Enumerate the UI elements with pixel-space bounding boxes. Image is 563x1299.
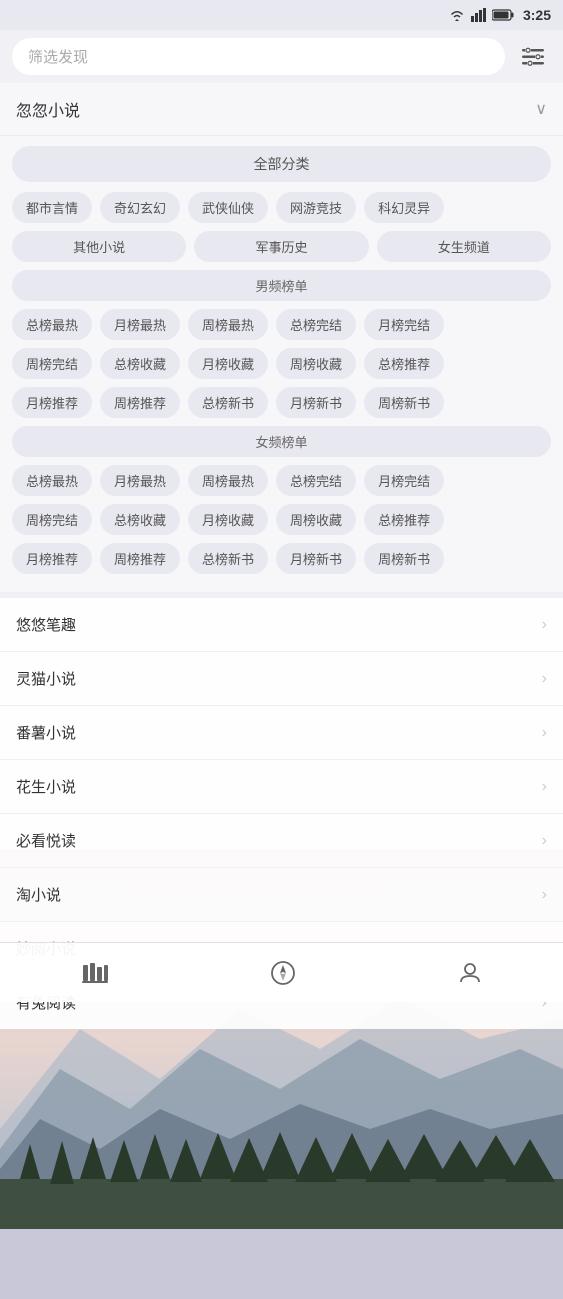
female-tags-row-2: 周榜完结 总榜收藏 月榜收藏 周榜收藏 总榜推荐 (12, 504, 551, 535)
male-tag-月榜收藏-1[interactable]: 月榜收藏 (188, 348, 268, 379)
list-item-悠悠笔趣[interactable]: 悠悠笔趣 › (0, 598, 563, 652)
nav-profile[interactable] (437, 952, 503, 994)
discover-icon (270, 960, 296, 986)
female-tag-周榜推荐[interactable]: 周榜推荐 (100, 543, 180, 574)
list-item-花生小说[interactable]: 花生小说 › (0, 760, 563, 814)
female-tag-月榜收藏[interactable]: 月榜收藏 (188, 504, 268, 535)
female-tag-周榜最热[interactable]: 周榜最热 (188, 465, 268, 496)
female-tag-月榜完结[interactable]: 月榜完结 (364, 465, 444, 496)
male-tag-总榜推荐-1[interactable]: 总榜推荐 (364, 348, 444, 379)
accordion-title: 忽忽小说 (16, 97, 80, 121)
male-tag-周榜推荐-1[interactable]: 周榜推荐 (100, 387, 180, 418)
female-tags-row-3: 月榜推荐 周榜推荐 总榜新书 月榜新书 周榜新书 (12, 543, 551, 574)
list-chevron-icon: › (542, 616, 547, 634)
signal-icon (471, 8, 487, 22)
male-tag-周榜完结-1[interactable]: 周榜完结 (12, 348, 92, 379)
female-tag-总榜新书[interactable]: 总榜新书 (188, 543, 268, 574)
search-input-wrapper[interactable]: 筛选发现 (12, 38, 505, 75)
male-section-label: 男频榜单 (12, 270, 551, 301)
list-section: 悠悠笔趣 › 灵猫小说 › 番薯小说 › 花生小说 › 必看悦读 › (0, 598, 563, 1229)
tags-content: 全部分类 都市言情 奇幻玄幻 武侠仙侠 网游竞技 科幻灵异 其他小说 军事历史 … (0, 136, 563, 592)
main-content: 忽忽小说 ∨ 全部分类 都市言情 奇幻玄幻 武侠仙侠 网游竞技 科幻灵异 其他小… (0, 83, 563, 1229)
list-item-灵猫小说[interactable]: 灵猫小说 › (0, 652, 563, 706)
battery-icon (492, 9, 514, 21)
list-chevron-icon: › (542, 670, 547, 688)
nav-bookshelf[interactable] (61, 953, 129, 993)
female-tag-周榜新书[interactable]: 周榜新书 (364, 543, 444, 574)
status-icons: 3:25 (448, 7, 551, 23)
list-item-title: 番薯小说 (16, 722, 76, 743)
genre-tag-军事历史[interactable]: 军事历史 (194, 231, 368, 262)
female-tag-总榜推荐[interactable]: 总榜推荐 (364, 504, 444, 535)
male-tag-总榜最热-1[interactable]: 总榜最热 (12, 309, 92, 340)
filter-icon-button[interactable] (515, 39, 551, 75)
list-chevron-icon: › (542, 886, 547, 904)
female-tag-月榜最热[interactable]: 月榜最热 (100, 465, 180, 496)
female-tag-月榜推荐[interactable]: 月榜推荐 (12, 543, 92, 574)
list-item-title: 必看悦读 (16, 830, 76, 851)
female-tag-总榜最热[interactable]: 总榜最热 (12, 465, 92, 496)
list-chevron-icon: › (542, 832, 547, 850)
male-tags-row-1: 总榜最热 月榜最热 周榜最热 总榜完结 月榜完结 (12, 309, 551, 340)
full-category-button[interactable]: 全部分类 (12, 146, 551, 182)
male-tags-row-2: 周榜完结 总榜收藏 月榜收藏 周榜收藏 总榜推荐 (12, 348, 551, 379)
genre-tag-都市言情[interactable]: 都市言情 (12, 192, 92, 223)
male-tag-总榜收藏-1[interactable]: 总榜收藏 (100, 348, 180, 379)
list-with-background: 悠悠笔趣 › 灵猫小说 › 番薯小说 › 花生小说 › 必看悦读 › (0, 598, 563, 1229)
list-item-title: 花生小说 (16, 776, 76, 797)
wifi-icon (448, 8, 466, 22)
genre-row-2: 其他小说 军事历史 女生频道 (12, 231, 551, 262)
filter-icon (520, 46, 546, 68)
female-tag-总榜收藏[interactable]: 总榜收藏 (100, 504, 180, 535)
female-tag-月榜新书[interactable]: 月榜新书 (276, 543, 356, 574)
male-tag-总榜新书-1[interactable]: 总榜新书 (188, 387, 268, 418)
genre-tag-女生频道[interactable]: 女生频道 (377, 231, 551, 262)
list-item-title: 淘小说 (16, 884, 61, 905)
time-display: 3:25 (523, 7, 551, 23)
male-tag-总榜完结-1[interactable]: 总榜完结 (276, 309, 356, 340)
list-item-番薯小说[interactable]: 番薯小说 › (0, 706, 563, 760)
accordion-section: 忽忽小说 ∨ 全部分类 都市言情 奇幻玄幻 武侠仙侠 网游竞技 科幻灵异 其他小… (0, 83, 563, 592)
male-tag-周榜收藏-1[interactable]: 周榜收藏 (276, 348, 356, 379)
genre-tag-其他小说[interactable]: 其他小说 (12, 231, 186, 262)
list-item-淘小说[interactable]: 淘小说 › (0, 868, 563, 922)
male-tag-月榜最热-1[interactable]: 月榜最热 (100, 309, 180, 340)
search-bar: 筛选发现 (0, 30, 563, 83)
bookshelf-icon (81, 961, 109, 985)
search-placeholder: 筛选发现 (28, 46, 88, 67)
list-item-必看悦读[interactable]: 必看悦读 › (0, 814, 563, 868)
male-tags-row-3: 月榜推荐 周榜推荐 总榜新书 月榜新书 周榜新书 (12, 387, 551, 418)
genre-tag-网游竞技[interactable]: 网游竞技 (276, 192, 356, 223)
female-tag-总榜完结[interactable]: 总榜完结 (276, 465, 356, 496)
male-tag-周榜最热-1[interactable]: 周榜最热 (188, 309, 268, 340)
male-tag-周榜新书-1[interactable]: 周榜新书 (364, 387, 444, 418)
female-tags-row-1: 总榜最热 月榜最热 周榜最热 总榜完结 月榜完结 (12, 465, 551, 496)
female-tag-周榜完结[interactable]: 周榜完结 (12, 504, 92, 535)
list-item-title: 灵猫小说 (16, 668, 76, 689)
male-tag-月榜新书-1[interactable]: 月榜新书 (276, 387, 356, 418)
bottom-nav (0, 942, 563, 1002)
genre-tag-科幻灵异[interactable]: 科幻灵异 (364, 192, 444, 223)
list-item-title: 悠悠笔趣 (16, 614, 76, 635)
female-tag-周榜收藏[interactable]: 周榜收藏 (276, 504, 356, 535)
male-tag-月榜完结-1[interactable]: 月榜完结 (364, 309, 444, 340)
chevron-down-icon: ∨ (535, 99, 547, 119)
female-section-label: 女频榜单 (12, 426, 551, 457)
list-chevron-icon: › (542, 778, 547, 796)
profile-icon (457, 960, 483, 986)
status-bar: 3:25 (0, 0, 563, 30)
nav-discover[interactable] (250, 952, 316, 994)
genre-tag-武侠仙侠[interactable]: 武侠仙侠 (188, 192, 268, 223)
genre-row-1: 都市言情 奇幻玄幻 武侠仙侠 网游竞技 科幻灵异 (12, 192, 551, 223)
accordion-header[interactable]: 忽忽小说 ∨ (0, 83, 563, 136)
list-chevron-icon: › (542, 724, 547, 742)
male-tag-月榜推荐-1[interactable]: 月榜推荐 (12, 387, 92, 418)
genre-tag-奇幻玄幻[interactable]: 奇幻玄幻 (100, 192, 180, 223)
